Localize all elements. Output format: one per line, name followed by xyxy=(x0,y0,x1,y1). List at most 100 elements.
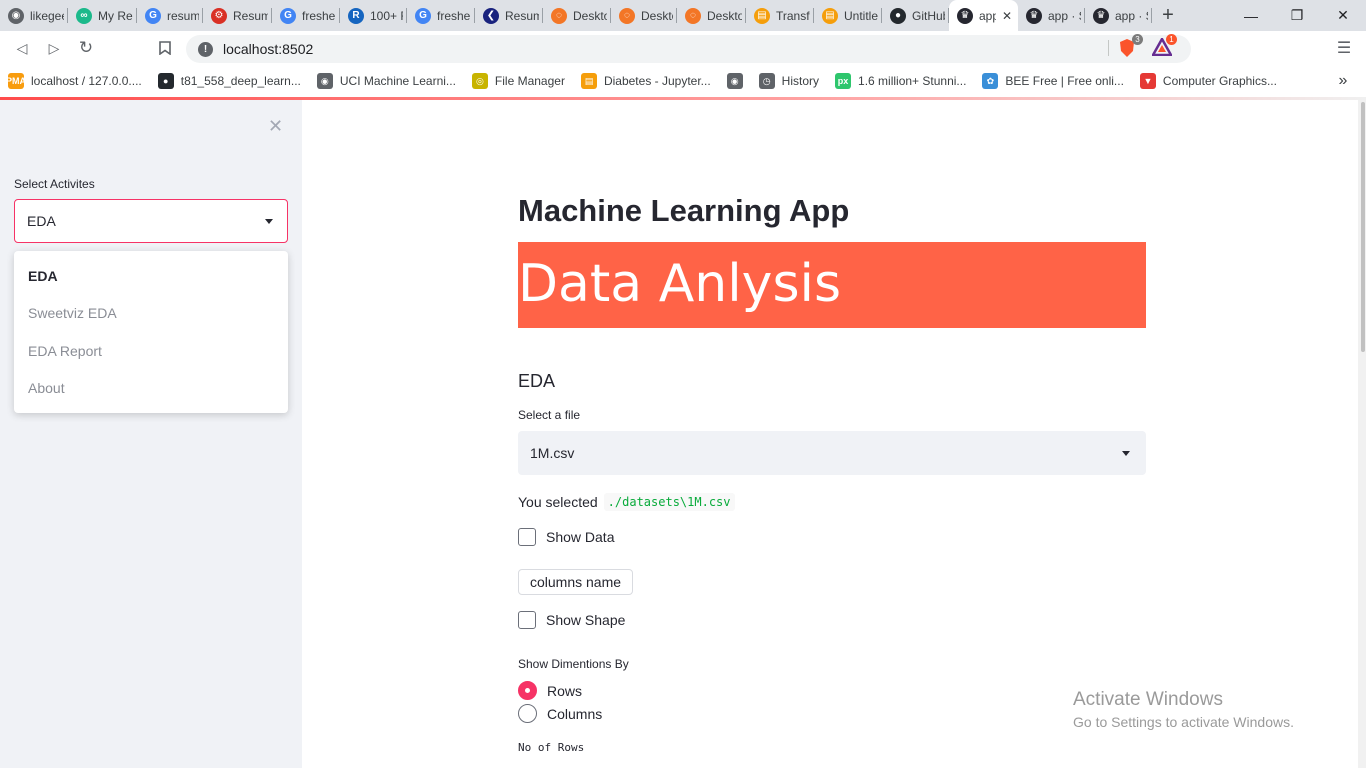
browser-tab[interactable]: ♛ app · S xyxy=(1085,0,1152,31)
browser-tab[interactable]: Gresum xyxy=(137,0,203,31)
activate-windows-watermark: Activate Windows Go to Settings to activ… xyxy=(1073,689,1294,730)
chevron-down-icon xyxy=(265,219,273,224)
browser-toolbar: ◁ ▷ ↻ ! localhost:8502 3 1 ☰ xyxy=(0,31,1366,65)
columns-name-button[interactable]: columns name xyxy=(518,569,634,595)
browser-tab[interactable]: R 100+ F xyxy=(340,0,407,31)
section-heading: EDA xyxy=(518,371,556,391)
activity-dropdown-menu: EDA Sweetviz EDA EDA Report About xyxy=(14,251,288,413)
tab-strip: ◉ likegee ∞ My Res Gresum ⚙ Resum Gfreshe R 100+ … xyxy=(0,0,1366,31)
bee-icon: ✿ xyxy=(982,73,999,89)
dropdown-option-eda-report[interactable]: EDA Report xyxy=(14,332,288,370)
notebook-icon: ▤ xyxy=(754,7,770,24)
bookmarks-overflow-button[interactable]: » xyxy=(1330,67,1356,95)
tab-title: My Res xyxy=(98,8,133,23)
bookmark-item[interactable]: ▤ Diabetes - Jupyter... xyxy=(573,67,719,95)
bookmark-item[interactable]: ✿ BEE Free | Free onli... xyxy=(974,67,1132,95)
brave-shields-icon[interactable]: 3 xyxy=(1118,34,1143,58)
show-shape-checkbox[interactable]: Show Shape xyxy=(518,611,625,629)
tab-title: likegee xyxy=(30,8,64,23)
bookmark-item[interactable]: ● t81_558_deep_learn... xyxy=(150,67,309,95)
google-icon: G xyxy=(145,7,161,24)
show-data-checkbox[interactable]: Show Data xyxy=(518,528,614,546)
bookmark-icon[interactable] xyxy=(153,36,177,60)
browser-tab[interactable]: ◌ Deskto xyxy=(611,0,677,31)
sidebar-select-label: Select Activites xyxy=(14,177,95,191)
browser-tab[interactable]: ⚙ Resum xyxy=(203,0,272,31)
menu-icon[interactable]: ☰ xyxy=(1332,36,1356,60)
bookmark-item[interactable]: ▼ Computer Graphics... xyxy=(1132,67,1285,95)
pixabay-icon: px xyxy=(835,73,852,89)
jupyter-icon: ◌ xyxy=(685,7,701,24)
browser-tab[interactable]: Gfreshe xyxy=(407,0,475,31)
bookmark-item[interactable]: ◉ xyxy=(719,67,751,95)
bookmark-label: History xyxy=(781,74,820,88)
radio-columns[interactable]: Columns xyxy=(518,704,602,723)
selected-file-text: You selected ./datasets\1M.csv xyxy=(518,493,735,511)
tab-title: Deskto xyxy=(641,8,673,23)
dropdown-option-about[interactable]: About xyxy=(14,370,288,408)
scrollbar-thumb[interactable] xyxy=(1361,102,1365,352)
bookmark-item[interactable]: ◎ File Manager xyxy=(464,67,573,95)
rewards-badge: 1 xyxy=(1166,34,1177,45)
site-info-icon[interactable]: ! xyxy=(198,41,213,57)
tab-title: Untitle xyxy=(844,8,878,23)
tab-title: freshe xyxy=(302,8,336,23)
file-select-value: 1M.csv xyxy=(530,445,575,461)
checkbox-box[interactable] xyxy=(518,611,536,629)
tab-title: Resum xyxy=(505,8,539,23)
new-tab-button[interactable]: + xyxy=(1152,0,1184,31)
dropdown-option-sweetviz-eda[interactable]: Sweetviz EDA xyxy=(14,295,288,333)
radio-button[interactable] xyxy=(518,704,537,723)
tab-title: Deskto xyxy=(573,8,607,23)
browser-tab[interactable]: Gfreshe xyxy=(272,0,340,31)
history-icon: ◷ xyxy=(758,73,775,89)
bookmark-item[interactable]: PMA localhost / 127.0.0.... xyxy=(0,67,150,95)
sidebar-close-icon[interactable]: ✕ xyxy=(268,116,283,137)
browser-tab[interactable]: ♛ app · S xyxy=(1018,0,1085,31)
dropdown-option-eda[interactable]: EDA xyxy=(14,257,288,295)
tab-title: GitHub xyxy=(912,8,945,23)
radio-columns-label: Columns xyxy=(547,705,603,722)
selected-path-code: ./datasets\1M.csv xyxy=(603,493,735,511)
forward-icon[interactable]: ▷ xyxy=(42,36,66,60)
phpmyadmin-icon: PMA xyxy=(6,73,26,89)
browser-tab[interactable]: ▤ Untitle xyxy=(814,0,882,31)
browser-tab[interactable]: ● GitHub xyxy=(882,0,949,31)
radio-button-selected[interactable] xyxy=(518,681,537,700)
reload-icon[interactable]: ↻ xyxy=(74,36,98,60)
browser-tab[interactable]: ▤ Transfe xyxy=(746,0,814,31)
browser-tab[interactable]: ♛ app ✕ xyxy=(949,0,1018,31)
file-select[interactable]: 1M.csv xyxy=(518,431,1146,475)
bookmark-item[interactable]: px 1.6 million+ Stunni... xyxy=(827,67,974,95)
browser-tab[interactable]: ◉ likegee xyxy=(0,0,68,31)
activity-select-value: EDA xyxy=(27,213,56,229)
globe-icon: ◉ xyxy=(316,73,333,89)
brave-rewards-icon[interactable]: 1 xyxy=(1150,34,1177,58)
checkbox-box[interactable] xyxy=(518,528,536,546)
rebel-icon: ⚙ xyxy=(211,7,227,24)
browser-tab[interactable]: ❮ Resum xyxy=(475,0,543,31)
v-icon: ▼ xyxy=(1139,73,1156,89)
window-close-button[interactable]: ✕ xyxy=(1320,0,1366,31)
browser-tab[interactable]: ∞ My Res xyxy=(68,0,137,31)
bookmark-item[interactable]: ◷ History xyxy=(751,67,827,95)
bookmark-item[interactable]: ◉ UCI Machine Learni... xyxy=(309,67,464,95)
browser-tab[interactable]: ◌ Deskto xyxy=(677,0,746,31)
bookmark-label: Diabetes - Jupyter... xyxy=(603,74,711,88)
radio-rows[interactable]: Rows xyxy=(518,681,582,700)
globe-icon: ◉ xyxy=(726,73,743,89)
show-shape-label: Show Shape xyxy=(546,612,626,628)
bookmark-label: 1.6 million+ Stunni... xyxy=(858,74,967,88)
address-bar[interactable]: ! localhost:8502 xyxy=(186,35,1191,63)
browser-tab[interactable]: ◌ Deskto xyxy=(543,0,611,31)
back-icon[interactable]: ◁ xyxy=(10,36,34,60)
activity-select[interactable]: EDA xyxy=(14,199,288,243)
minimize-button[interactable]: — xyxy=(1228,0,1274,31)
restore-button[interactable]: ❐ xyxy=(1274,0,1320,31)
bookmarks-bar: PMA localhost / 127.0.0.... ● t81_558_deep_… xyxy=(0,65,1366,97)
github-icon: ● xyxy=(157,73,174,89)
streamlit-icon: ♛ xyxy=(1026,7,1042,24)
tab-title: Resum xyxy=(233,8,268,23)
bookmark-label: t81_558_deep_learn... xyxy=(180,74,301,88)
tab-close-icon[interactable]: ✕ xyxy=(1002,9,1014,23)
